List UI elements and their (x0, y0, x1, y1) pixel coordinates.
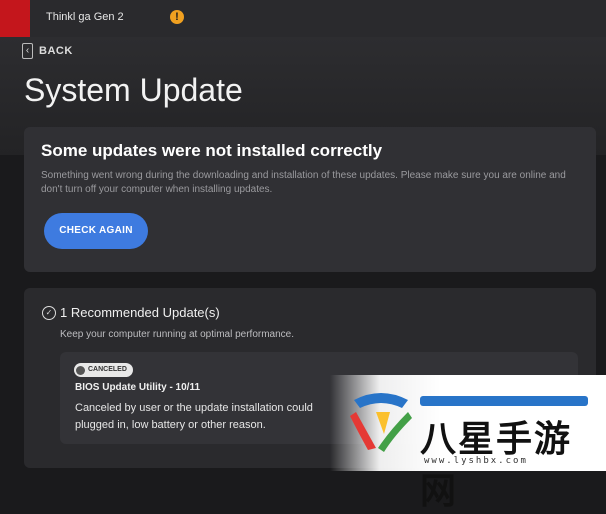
alert-description: Something went wrong during the download… (41, 170, 566, 195)
back-button[interactable]: ‹ BACK (22, 42, 73, 60)
refresh-check-icon: ✓ (42, 306, 56, 320)
alert-card: Some updates were not installed correctl… (24, 127, 596, 272)
update-item-description: Canceled by user or the update installat… (75, 402, 313, 431)
minus-circle-icon (76, 365, 85, 375)
title-bar: Thinkl ga Gen 2 ! (0, 0, 606, 37)
watermark-bar (420, 396, 588, 406)
status-badge-label: CANCELED (88, 366, 127, 373)
warning-icon[interactable]: ! (170, 10, 184, 24)
back-label: BACK (39, 45, 73, 57)
watermark-logo (350, 393, 412, 452)
chevron-left-icon: ‹ (22, 43, 33, 59)
status-badge: CANCELED (74, 363, 133, 377)
brand-logo (0, 0, 30, 37)
watermark-url: www.lyshbx.com (424, 456, 528, 466)
recommended-subtitle: Keep your computer running at optimal pe… (60, 329, 295, 340)
recommended-title[interactable]: 1 Recommended Update(s) (60, 305, 220, 320)
check-again-button[interactable]: CHECK AGAIN (44, 213, 148, 249)
page-title: System Update (24, 72, 243, 108)
device-name: Thinkl ga Gen 2 (46, 11, 124, 23)
alert-title: Some updates were not installed correctl… (41, 141, 383, 160)
update-item-title: BIOS Update Utility - 10/11 (75, 382, 201, 393)
